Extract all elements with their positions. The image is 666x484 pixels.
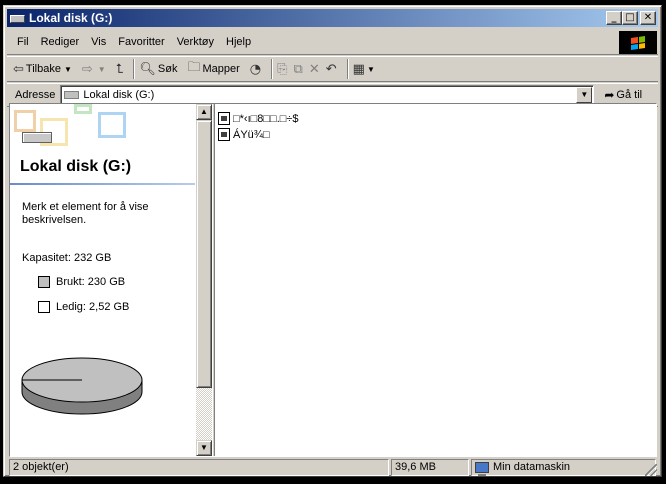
status-bar: 2 objekt(er) 39,6 MB Min datamaskin (7, 458, 658, 476)
capacity-text: Kapasitet: 232 GB (22, 252, 112, 264)
used-text: Brukt: 230 GB (56, 276, 126, 288)
delete-button[interactable]: ✕ (309, 62, 322, 77)
toolbar: ⇦ Tilbake ▼ ⇨ ▼ ⮤ 🔍︎ Søk 🗀 Mapper ◔ ⎘ ⧉ (7, 56, 658, 82)
status-objects: 2 objekt(er) (9, 459, 389, 476)
search-button[interactable]: 🔍︎ Søk (139, 62, 177, 77)
address-input[interactable]: Lokal disk (G:) ▼ (60, 85, 595, 105)
drive-banner (10, 104, 195, 154)
toolbar-separator (133, 59, 136, 79)
windows-flag-icon (631, 35, 645, 50)
info-pane-description: Merk et element for å vise beskrivelsen. (22, 201, 149, 226)
address-dropdown-icon[interactable]: ▼ (576, 87, 593, 103)
close-button[interactable]: ✕ (640, 11, 656, 25)
back-button[interactable]: ⇦ Tilbake ▼ (13, 62, 78, 77)
file-icon (218, 112, 230, 125)
folders-button[interactable]: 🗀 Mapper (187, 58, 239, 80)
status-size: 39,6 MB (391, 459, 469, 476)
drive-icon (22, 132, 52, 143)
forward-button[interactable]: ⇨ ▼ (82, 62, 112, 77)
drive-icon (64, 91, 80, 99)
forward-dropdown-icon[interactable]: ▼ (98, 65, 106, 74)
menu-file[interactable]: Fil (11, 36, 35, 48)
forward-arrow-icon: ⇨ (81, 61, 93, 77)
maximize-button[interactable]: □ (622, 11, 638, 25)
menu-bar: Fil Rediger Vis Favoritter Verktøy Hjelp (7, 30, 658, 55)
go-arrow-icon: ➦ (604, 88, 615, 102)
up-folder-button[interactable]: ⮤ (116, 62, 126, 77)
pane-divider[interactable] (212, 104, 215, 456)
vertical-scrollbar[interactable]: ▲ ▼ (196, 104, 212, 456)
free-swatch (38, 301, 50, 313)
scroll-up-button[interactable]: ▲ (196, 104, 212, 120)
history-icon: ◔ (249, 61, 262, 77)
status-location-cell: Min datamaskin (471, 459, 656, 476)
address-value: Lokal disk (G:) (83, 89, 155, 101)
drive-icon (10, 13, 26, 24)
move-to-icon: ⎘ (277, 61, 288, 77)
title-bar[interactable]: Lokal disk (G:) _ □ ✕ (7, 9, 658, 27)
views-button[interactable]: ▦ ▼ (353, 62, 381, 77)
file-list: □*‹ı□8□□.□÷$ ÁYü¾□ (217, 104, 655, 456)
search-label: Søk (157, 63, 178, 75)
undo-icon: ↶ (325, 61, 337, 77)
history-button[interactable]: ◔ (250, 62, 263, 77)
menu-favorites[interactable]: Favoritter (112, 36, 170, 48)
search-icon: 🔍︎ (139, 61, 156, 77)
minimize-button[interactable]: _ (606, 11, 622, 25)
folders-label: Mapper (202, 63, 240, 75)
info-pane-title: Lokal disk (G:) (20, 158, 132, 175)
menu-edit[interactable]: Rediger (35, 36, 86, 48)
back-dropdown-icon[interactable]: ▼ (64, 65, 72, 74)
status-location: Min datamaskin (493, 461, 571, 473)
window-title: Lokal disk (G:) (29, 11, 113, 25)
copy-to-button[interactable]: ⧉ (294, 62, 305, 77)
move-to-button[interactable]: ⎘ (277, 62, 289, 77)
back-label: Tilbake (25, 63, 61, 75)
free-text: Ledig: 2,52 GB (56, 301, 130, 313)
views-icon: ▦ (352, 61, 365, 77)
back-arrow-icon: ⇦ (13, 61, 24, 77)
windows-logo (619, 31, 657, 54)
disk-usage-pie (21, 357, 143, 415)
file-name: ÁYü¾□ (233, 128, 270, 141)
go-label: Gå til (616, 89, 643, 101)
menu-view[interactable]: Vis (85, 36, 112, 48)
menu-help[interactable]: Hjelp (220, 36, 257, 48)
legend-used: Brukt: 230 GB (38, 276, 125, 288)
undo-button[interactable]: ↶ (326, 62, 339, 77)
file-name: □*‹ı□8□□.□÷$ (233, 112, 299, 125)
explorer-window: Lokal disk (G:) _ □ ✕ Fil Rediger Vis Fa… (3, 5, 662, 477)
toolbar-separator (271, 59, 274, 79)
legend-free: Ledig: 2,52 GB (38, 301, 129, 313)
go-button[interactable]: ➦ Gå til (604, 88, 642, 102)
address-label: Adresse (15, 89, 56, 101)
scroll-thumb[interactable] (196, 120, 212, 388)
content-area: Lokal disk (G:) Merk et element for å vi… (9, 103, 657, 457)
delete-icon: ✕ (308, 61, 320, 77)
toolbar-separator (346, 59, 349, 79)
list-item[interactable]: ÁYü¾□ (218, 128, 270, 141)
folders-icon: 🗀 (187, 60, 201, 75)
copy-to-icon: ⧉ (293, 61, 303, 77)
used-swatch (38, 276, 50, 288)
up-folder-icon: ⮤ (115, 61, 124, 77)
views-dropdown-icon[interactable]: ▼ (367, 65, 375, 74)
list-item[interactable]: □*‹ı□8□□.□÷$ (218, 112, 299, 125)
file-icon (218, 128, 230, 141)
info-pane: Lokal disk (G:) Merk et element for å vi… (10, 104, 195, 456)
menu-tools[interactable]: Verktøy (171, 36, 220, 48)
resize-grip[interactable] (645, 464, 657, 476)
computer-icon (475, 462, 489, 476)
scroll-down-button[interactable]: ▼ (196, 440, 212, 456)
divider (10, 183, 195, 185)
